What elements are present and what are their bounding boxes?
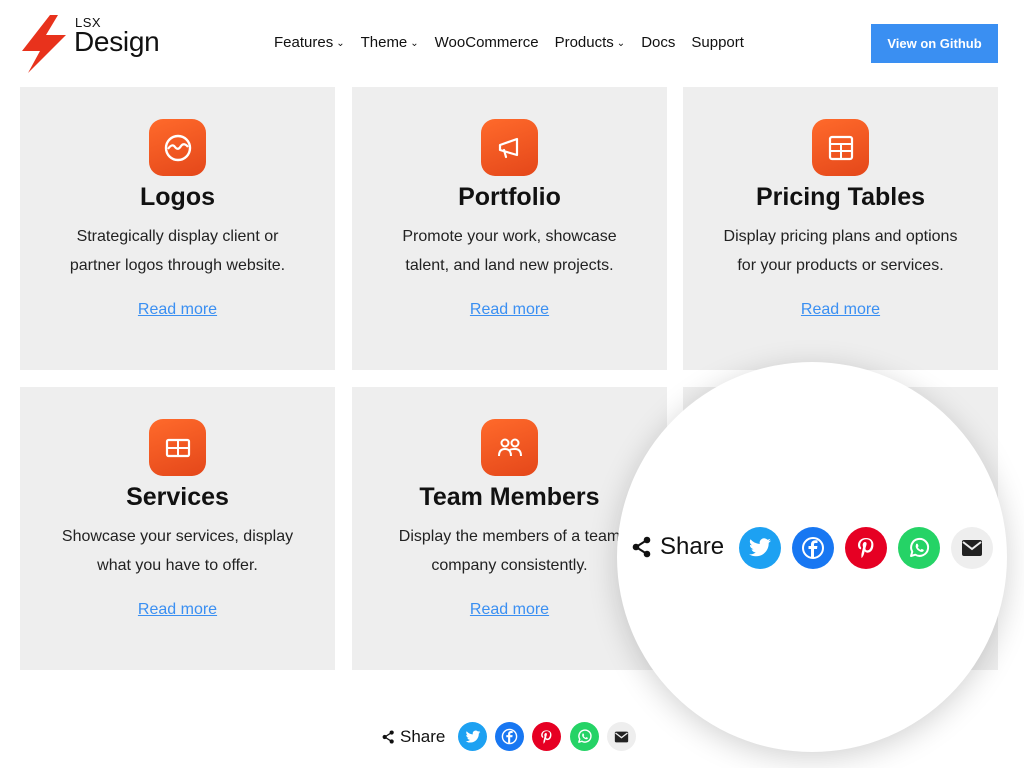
chevron-down-icon: ⌄ bbox=[336, 38, 345, 49]
card-title: Services bbox=[126, 483, 229, 511]
nav-theme[interactable]: Theme ⌄ bbox=[361, 34, 419, 51]
grid-icon bbox=[149, 419, 206, 476]
site-header: LSX Design Features ⌄ Theme ⌄ WooCommerc… bbox=[0, 0, 1024, 87]
twitter-icon[interactable] bbox=[739, 527, 781, 569]
whatsapp-icon[interactable] bbox=[898, 527, 940, 569]
read-more-link[interactable]: Read more bbox=[352, 601, 667, 619]
users-icon bbox=[481, 419, 538, 476]
card-title: Team Members bbox=[419, 483, 600, 511]
brand-name: Design bbox=[74, 26, 160, 57]
read-more-link[interactable]: Read more bbox=[683, 301, 998, 319]
share-text: Share bbox=[660, 533, 725, 560]
card-portfolio: Portfolio Promote your work, showcase ta… bbox=[352, 87, 667, 370]
card-title: Pricing Tables bbox=[755, 183, 926, 211]
nav-features-label: Features bbox=[274, 34, 334, 51]
card-title: Portfolio bbox=[458, 183, 561, 211]
card-title: Logos bbox=[140, 183, 215, 211]
brand-logo[interactable]: LSX Design bbox=[20, 13, 170, 73]
nav-theme-label: Theme bbox=[360, 34, 408, 51]
nav-products[interactable]: Products ⌄ bbox=[555, 34, 626, 51]
card-description: Display pricing plans and options for yo… bbox=[723, 228, 958, 274]
card-description: Display the members of a team company co… bbox=[398, 528, 621, 574]
nav-woocommerce-label: WooCommerce bbox=[434, 34, 539, 51]
facebook-icon[interactable] bbox=[792, 527, 834, 569]
pinterest-icon[interactable] bbox=[532, 722, 561, 751]
share-icon bbox=[382, 730, 394, 744]
share-icon bbox=[632, 536, 651, 558]
megaphone-icon bbox=[481, 119, 538, 176]
card-description: Showcase your services, display what you… bbox=[61, 528, 294, 574]
main-nav: Features ⌄ Theme ⌄ WooCommerce Products … bbox=[274, 34, 760, 51]
logos-icon bbox=[149, 119, 206, 176]
view-on-github-button[interactable]: View on Github bbox=[871, 24, 998, 63]
card-logos: Logos Strategically display client or pa… bbox=[20, 87, 335, 370]
read-more-link[interactable]: Read more bbox=[20, 301, 335, 319]
nav-support-label: Support bbox=[691, 34, 744, 51]
chevron-down-icon: ⌄ bbox=[616, 38, 626, 49]
nav-products-label: Products bbox=[554, 34, 614, 51]
nav-features[interactable]: Features ⌄ bbox=[274, 34, 345, 51]
card-services: Services Showcase your services, display… bbox=[20, 387, 335, 670]
nav-docs[interactable]: Docs bbox=[641, 34, 675, 51]
whatsapp-icon[interactable] bbox=[570, 722, 599, 751]
email-icon[interactable] bbox=[951, 527, 993, 569]
share-label: Share bbox=[382, 727, 445, 747]
facebook-icon[interactable] bbox=[495, 722, 524, 751]
twitter-icon[interactable] bbox=[458, 722, 487, 751]
lightning-bolt-icon bbox=[22, 15, 66, 73]
share-label-zoomed: Share bbox=[632, 533, 724, 561]
share-text: Share bbox=[400, 727, 446, 746]
read-more-link[interactable]: Read more bbox=[20, 601, 335, 619]
pinterest-icon[interactable] bbox=[845, 527, 887, 569]
card-pricing-tables: Pricing Tables Display pricing plans and… bbox=[683, 87, 998, 370]
chevron-down-icon: ⌄ bbox=[410, 38, 419, 49]
nav-docs-label: Docs bbox=[641, 34, 676, 51]
nav-woocommerce[interactable]: WooCommerce bbox=[435, 34, 539, 51]
nav-support[interactable]: Support bbox=[691, 34, 744, 51]
read-more-link[interactable]: Read more bbox=[352, 301, 667, 319]
card-description: Promote your work, showcase talent, and … bbox=[402, 228, 617, 274]
card-description: Strategically display client or partner … bbox=[69, 228, 286, 274]
table-icon bbox=[812, 119, 869, 176]
email-icon[interactable] bbox=[607, 722, 636, 751]
